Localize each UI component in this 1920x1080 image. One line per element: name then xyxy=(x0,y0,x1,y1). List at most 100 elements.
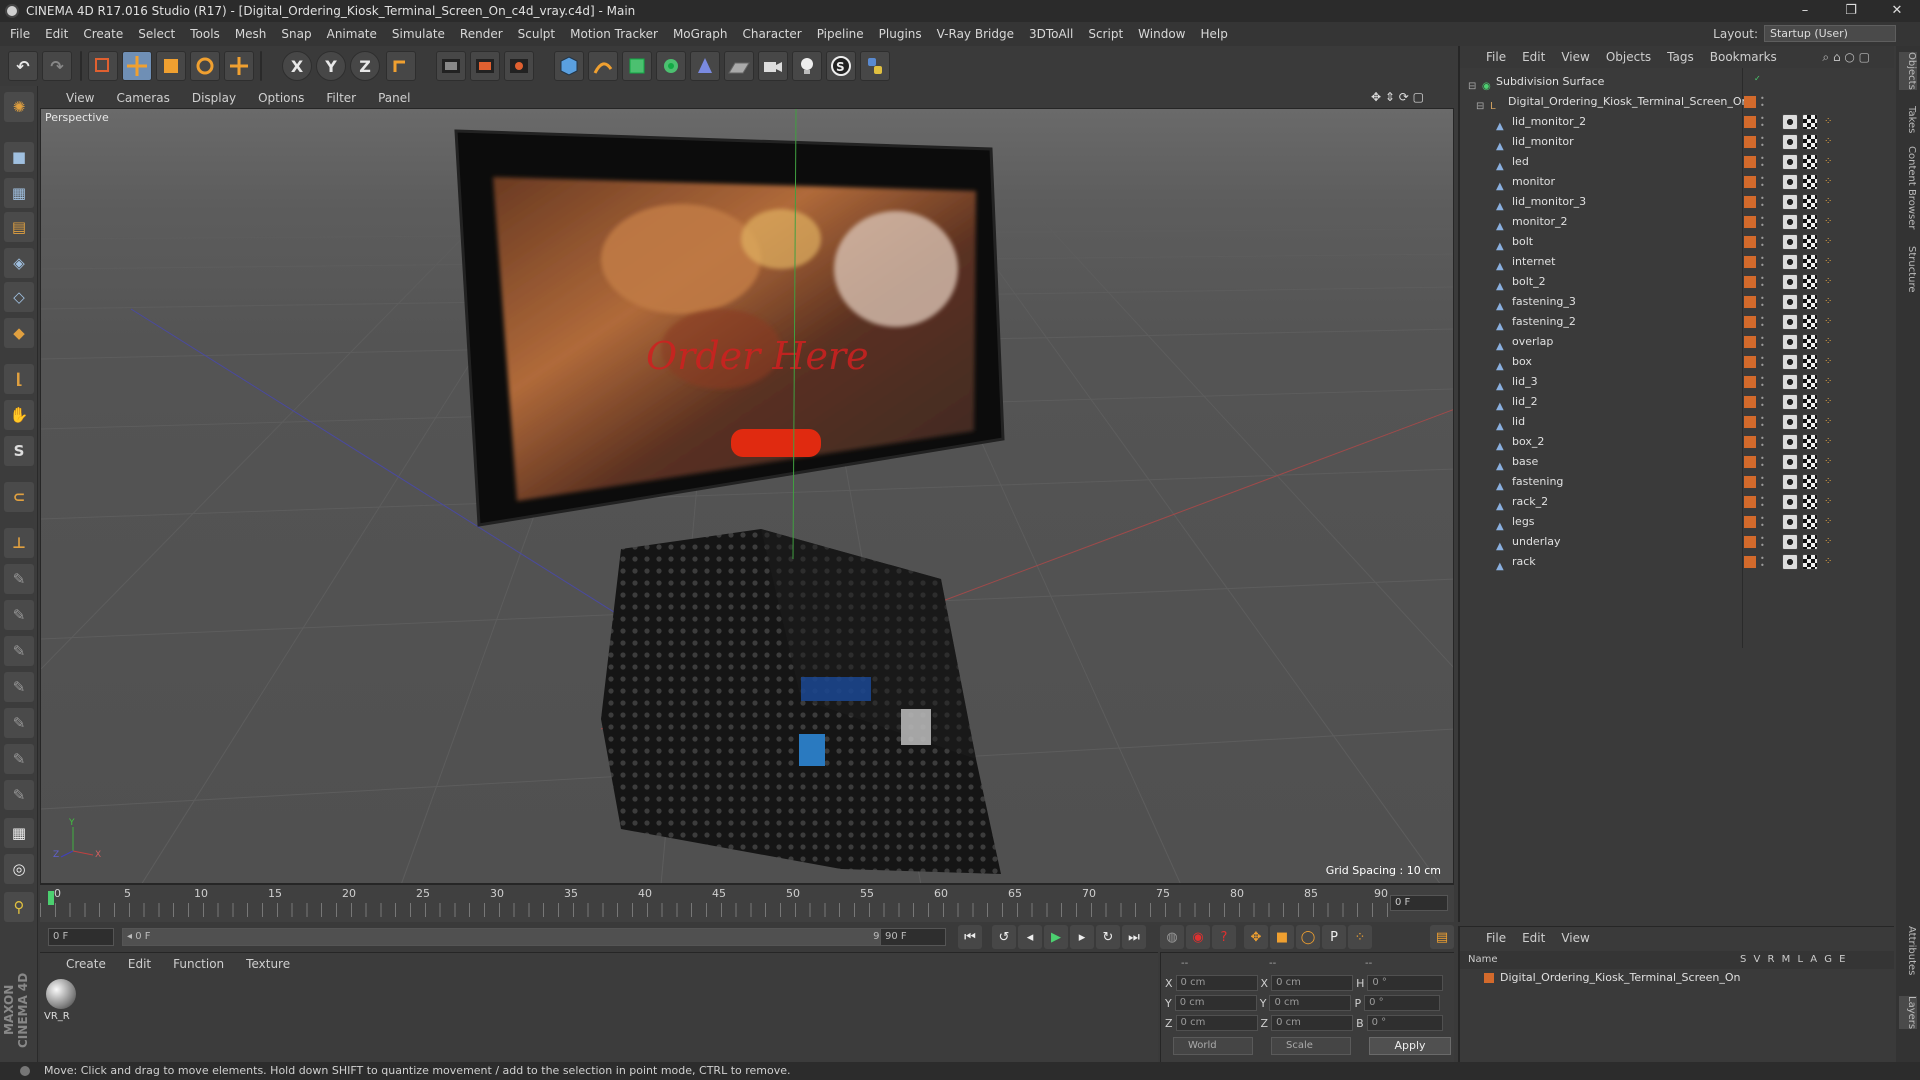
rotate-tool-icon[interactable] xyxy=(190,51,220,81)
object-row[interactable]: ▲ monitor • • ⁘ xyxy=(1460,172,1896,192)
menu-help[interactable]: Help xyxy=(1200,27,1227,41)
scale-mode-dropdown[interactable]: Scale xyxy=(1271,1037,1351,1055)
rot-b-field[interactable]: 0 ° xyxy=(1366,1015,1443,1031)
rotation-key-icon[interactable]: ◯ xyxy=(1296,925,1320,949)
phong-tag-icon[interactable]: ⁘ xyxy=(1824,495,1836,509)
sculpt-icon[interactable]: ✎ xyxy=(4,636,34,666)
object-manager-search-icon[interactable]: ⌕ ⌂ ○ ▢ xyxy=(1822,50,1870,65)
viewport-menu-filter[interactable]: Filter xyxy=(326,91,356,105)
timeline-window-icon[interactable]: ▤ xyxy=(1430,925,1454,949)
vray-material-tag-icon[interactable] xyxy=(1782,374,1798,390)
position-key-icon[interactable]: ✥ xyxy=(1244,925,1268,949)
enabled-check-icon[interactable]: ✓ xyxy=(1754,75,1761,89)
object-row[interactable]: ▲ led • • ⁘ xyxy=(1460,152,1896,172)
texture-tag-icon[interactable] xyxy=(1802,374,1818,390)
x-axis-button[interactable]: X xyxy=(282,51,312,81)
phong-tag-icon[interactable]: ⁘ xyxy=(1824,395,1836,409)
light-icon[interactable] xyxy=(792,51,822,81)
object-row-group[interactable]: ⊟ L Digital_Ordering_Kiosk_Terminal_Scre… xyxy=(1460,92,1896,113)
texture-tag-icon[interactable] xyxy=(1802,154,1818,170)
texture-tag-icon[interactable] xyxy=(1802,454,1818,470)
layer-menu-view[interactable]: View xyxy=(1561,931,1589,945)
object-menu-objects[interactable]: Objects xyxy=(1606,50,1651,64)
polygons-mode-icon[interactable]: ◆ xyxy=(4,318,34,348)
scale-key-icon[interactable]: ■ xyxy=(1270,925,1294,949)
restore-button[interactable]: ❐ xyxy=(1828,0,1874,22)
visibility-dots-icon[interactable]: • • xyxy=(1760,355,1766,370)
z-axis-button[interactable]: Z xyxy=(350,51,380,81)
collapse-icon[interactable]: ⊟ xyxy=(1468,77,1478,92)
minimize-button[interactable]: – xyxy=(1782,0,1828,22)
texture-tag-icon[interactable] xyxy=(1802,554,1818,570)
texture-tag-icon[interactable] xyxy=(1802,494,1818,510)
viewport-menu-options[interactable]: Options xyxy=(258,91,304,105)
tab-attributes[interactable]: Attributes xyxy=(1899,926,1917,975)
apply-button[interactable]: Apply xyxy=(1369,1037,1451,1055)
visibility-dots-icon[interactable]: • • xyxy=(1760,95,1766,110)
phong-tag-icon[interactable]: ⁘ xyxy=(1824,515,1836,529)
layer-color-swatch[interactable] xyxy=(1484,973,1494,983)
deformer-icon[interactable] xyxy=(690,51,720,81)
phong-tag-icon[interactable]: ⁘ xyxy=(1824,535,1836,549)
visibility-dots-icon[interactable]: • • xyxy=(1760,275,1766,290)
size-z-field[interactable]: 0 cm xyxy=(1271,1015,1354,1031)
menu-select[interactable]: Select xyxy=(138,27,175,41)
live-selection-icon[interactable] xyxy=(88,51,118,81)
next-frame-icon[interactable]: ▸ xyxy=(1070,925,1094,949)
visibility-dots-icon[interactable]: • • xyxy=(1760,155,1766,170)
python-script-icon[interactable]: ⚲ xyxy=(4,892,34,922)
layer-color-tag[interactable] xyxy=(1744,156,1756,168)
vray-material-tag-icon[interactable] xyxy=(1782,554,1798,570)
menu-3dtoall[interactable]: 3DToAll xyxy=(1029,27,1073,41)
tab-takes[interactable]: Takes xyxy=(1899,106,1917,133)
tab-objects[interactable]: Objects xyxy=(1899,52,1917,90)
texture-tag-icon[interactable] xyxy=(1802,414,1818,430)
texture-tag-icon[interactable] xyxy=(1802,194,1818,210)
coordinate-system-icon[interactable] xyxy=(386,51,416,81)
visibility-dots-icon[interactable]: • • xyxy=(1760,375,1766,390)
collapse-icon[interactable]: ⊟ xyxy=(1476,97,1486,112)
vray-material-tag-icon[interactable] xyxy=(1782,474,1798,490)
cube-object-icon[interactable] xyxy=(554,51,584,81)
layer-color-tag[interactable] xyxy=(1744,96,1756,108)
frame-range-slider[interactable]: ◂ 0 F 90 F ▸ xyxy=(122,928,910,946)
visibility-dots-icon[interactable]: • • xyxy=(1760,215,1766,230)
close-button[interactable]: ✕ xyxy=(1874,0,1920,22)
make-editable-icon[interactable]: ✺ xyxy=(4,92,34,122)
smooth-brush-icon[interactable]: ✎ xyxy=(4,744,34,774)
undo-button[interactable]: ↶ xyxy=(8,51,38,81)
layer-color-tag[interactable] xyxy=(1744,456,1756,468)
phong-tag-icon[interactable]: ⁘ xyxy=(1824,195,1836,209)
object-row[interactable]: ▲ lid_monitor_3 • • ⁘ xyxy=(1460,192,1896,212)
camera-icon[interactable] xyxy=(758,51,788,81)
visibility-dots-icon[interactable]: • • xyxy=(1760,195,1766,210)
move-tool-icon[interactable] xyxy=(122,51,152,81)
menu-tools[interactable]: Tools xyxy=(190,27,220,41)
tweak-mode-icon[interactable]: ✋ xyxy=(4,400,34,430)
size-x-field[interactable]: 0 cm xyxy=(1271,975,1354,991)
layer-color-tag[interactable] xyxy=(1744,296,1756,308)
material-menu-function[interactable]: Function xyxy=(173,957,224,971)
layer-color-tag[interactable] xyxy=(1744,216,1756,228)
render-view-icon[interactable] xyxy=(436,51,466,81)
visibility-dots-icon[interactable]: • • xyxy=(1760,455,1766,470)
play-icon[interactable]: ▶ xyxy=(1044,925,1068,949)
texture-tag-icon[interactable] xyxy=(1802,514,1818,530)
object-row[interactable]: ▲ fastening_3 • • ⁘ xyxy=(1460,292,1896,312)
layer-color-tag[interactable] xyxy=(1744,516,1756,528)
layer-color-tag[interactable] xyxy=(1744,496,1756,508)
vray-material-tag-icon[interactable] xyxy=(1782,414,1798,430)
layer-color-tag[interactable] xyxy=(1744,136,1756,148)
texture-tag-icon[interactable] xyxy=(1802,394,1818,410)
layer-color-tag[interactable] xyxy=(1744,356,1756,368)
vray-material-tag-icon[interactable] xyxy=(1782,394,1798,410)
end-frame-field[interactable]: 90 F xyxy=(880,928,946,946)
layer-menu-edit[interactable]: Edit xyxy=(1522,931,1545,945)
tab-layers[interactable]: Layers xyxy=(1899,996,1917,1030)
vray-material-tag-icon[interactable] xyxy=(1782,254,1798,270)
viewport-navigation-icons[interactable]: ✥ ⇕ ⟳ ▢ xyxy=(1371,90,1424,104)
object-row[interactable]: ▲ fastening • • ⁘ xyxy=(1460,472,1896,492)
phong-tag-icon[interactable]: ⁘ xyxy=(1824,555,1836,569)
visibility-dots-icon[interactable]: • • xyxy=(1760,555,1766,570)
bodypaint-icon[interactable]: ◎ xyxy=(4,854,34,884)
